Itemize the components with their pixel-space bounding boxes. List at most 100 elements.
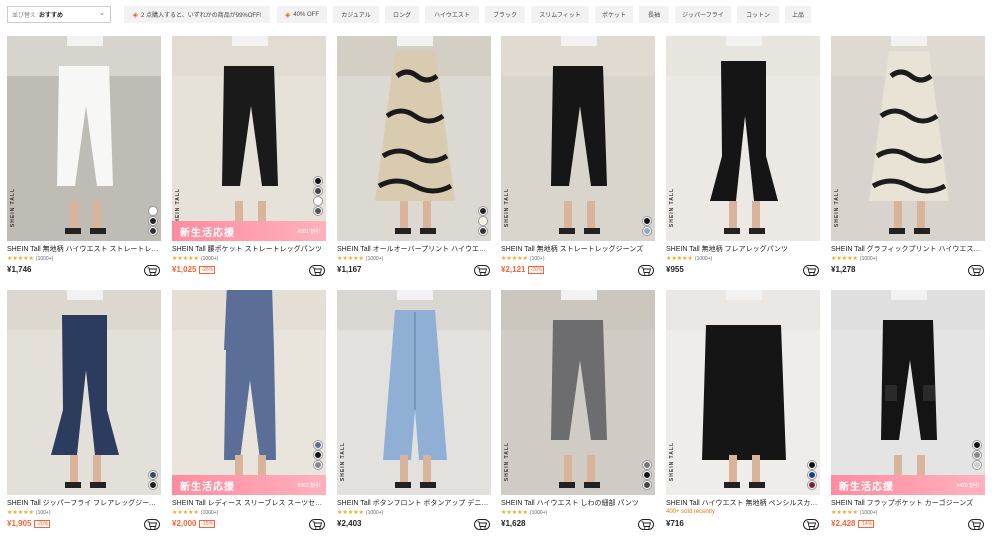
color-swatch[interactable] <box>314 187 322 195</box>
product-price: ¥716 <box>666 519 684 528</box>
color-swatch[interactable] <box>149 481 157 489</box>
star-icons: ★★★★★ <box>7 256 34 262</box>
add-to-cart-button[interactable] <box>968 519 984 530</box>
product-card[interactable]: 新生活応援 ¥363 割引 SHEIN Tall レディース スリーブレス スー… <box>172 290 326 538</box>
product-title[interactable]: SHEIN Tall ハイウエスト しわの細部 パンツ <box>501 498 655 508</box>
star-icons: ★★★★★ <box>501 256 528 262</box>
product-image[interactable]: 新生活応援 ¥363 割引 <box>172 290 326 495</box>
product-image[interactable]: 新生活応援 ¥420 割引 <box>831 290 985 495</box>
color-swatch[interactable] <box>643 217 651 225</box>
product-title[interactable]: SHEIN Tall ジッパーフライ フレアレッグジーンズ <box>7 498 161 508</box>
filter-chip-zip-fly[interactable]: ジッパーフライ <box>675 6 731 23</box>
add-to-cart-button[interactable] <box>474 265 490 276</box>
product-title[interactable]: SHEIN Tall 腰ポケット ストレートレッグパンツ <box>172 244 326 254</box>
product-image[interactable]: SHEIN TALL <box>501 290 655 495</box>
color-swatch[interactable] <box>643 471 651 479</box>
product-card[interactable]: 新生活応援 ¥420 割引 SHEIN Tall フラップポケット カーゴジーン… <box>831 290 985 538</box>
discount-badge: -14% <box>858 519 875 528</box>
color-swatch[interactable] <box>149 207 157 215</box>
product-card[interactable]: SHEIN TALL SHEIN Tall ハイウエスト 無地柄 ペンシルスカー… <box>666 290 820 538</box>
add-to-cart-button[interactable] <box>309 519 325 530</box>
filter-chip-cotton[interactable]: コットン <box>737 6 779 23</box>
filter-chip-long[interactable]: ロング <box>385 6 419 23</box>
price-value: ¥1,167 <box>337 265 362 274</box>
filter-chip-pocket[interactable]: ポケット <box>595 6 633 23</box>
color-swatch[interactable] <box>643 481 651 489</box>
product-image[interactable] <box>7 290 161 495</box>
product-title[interactable]: SHEIN Tall ハイウエスト 無地柄 ペンシルスカート <box>666 498 820 508</box>
product-title[interactable]: SHEIN Tall グラフィックプリント ハイウエストスカート <box>831 244 985 254</box>
color-swatch[interactable] <box>314 207 322 215</box>
color-swatch[interactable] <box>314 451 322 459</box>
color-swatch[interactable] <box>808 461 816 469</box>
product-image[interactable]: SHEIN TALL <box>501 36 655 241</box>
product-image[interactable]: SHEIN TALL <box>7 36 161 241</box>
add-to-cart-button[interactable] <box>638 519 654 530</box>
price-value: ¥1,628 <box>501 519 526 528</box>
product-card[interactable]: SHEIN Tall ジッパーフライ フレアレッグジーンズ ★★★★★ (100… <box>7 290 161 538</box>
product-card[interactable]: SHEIN TALL SHEIN Tall 無地柄 ストレートレッグジーンズ ★… <box>501 36 655 288</box>
add-to-cart-button[interactable] <box>144 519 160 530</box>
product-image[interactable] <box>337 36 491 241</box>
color-swatch[interactable] <box>643 227 651 235</box>
color-swatch[interactable] <box>149 227 157 235</box>
color-swatch[interactable] <box>149 217 157 225</box>
cart-icon <box>477 520 487 529</box>
product-title[interactable]: SHEIN Tall レディース スリーブレス スーツセット <box>172 498 326 508</box>
product-card[interactable]: SHEIN TALL SHEIN Tall グラフィックプリント ハイウエストス… <box>831 36 985 288</box>
filter-chip-discount[interactable]: ◈ 40% OFF <box>277 6 327 23</box>
filter-chip-black[interactable]: ブラック <box>485 6 525 23</box>
product-image[interactable]: SHEIN TALL <box>831 36 985 241</box>
product-card[interactable]: SHEIN Tall オールオーバープリント ハイウエストスカート ★★★★★ … <box>337 36 491 288</box>
product-image[interactable]: SHEIN TALL <box>666 36 820 241</box>
filter-chip-slim-fit[interactable]: スリムフィット <box>531 6 589 23</box>
product-card[interactable]: SHEIN TALL SHEIN Tall 無地柄 ハイウエスト ストレートレッ… <box>7 36 161 288</box>
add-to-cart-button[interactable] <box>968 265 984 276</box>
color-swatch[interactable] <box>149 471 157 479</box>
product-image[interactable]: SHEIN TALL <box>666 290 820 495</box>
add-to-cart-button[interactable] <box>309 265 325 276</box>
color-swatch[interactable] <box>808 471 816 479</box>
add-to-cart-button[interactable] <box>144 265 160 276</box>
product-card[interactable]: SHEIN TALL SHEIN Tall ハイウエスト しわの細部 パンツ ★… <box>501 290 655 538</box>
color-swatch[interactable] <box>314 177 322 185</box>
price-value: ¥1,905 <box>7 519 32 528</box>
filter-chip-bundle-offer[interactable]: ◈ 2 点購入すると、いずれかの商品が99%OFF! <box>124 6 270 23</box>
color-swatch[interactable] <box>973 451 981 459</box>
filter-chip-elegant[interactable]: 上品 <box>785 6 811 23</box>
product-card[interactable]: SHEIN TALL SHEIN Tall ボタンフロント ボタンアップ デニム… <box>337 290 491 538</box>
color-swatch[interactable] <box>973 441 981 449</box>
filter-chip-casual[interactable]: カジュアル <box>333 6 379 23</box>
color-swatch[interactable] <box>479 217 487 225</box>
product-title[interactable]: SHEIN Tall オールオーバープリント ハイウエストスカート <box>337 244 491 254</box>
add-to-cart-button[interactable] <box>474 519 490 530</box>
promo-discount: ¥420 割引 <box>956 482 979 489</box>
add-to-cart-button[interactable] <box>638 265 654 276</box>
color-swatch[interactable] <box>479 227 487 235</box>
color-swatch[interactable] <box>314 461 322 469</box>
color-swatch[interactable] <box>973 461 981 469</box>
promo-banner: 新生活応援 ¥581 割引 <box>172 221 326 241</box>
product-title[interactable]: SHEIN Tall 無地柄 ストレートレッグジーンズ <box>501 244 655 254</box>
add-to-cart-button[interactable] <box>803 519 819 530</box>
product-title[interactable]: SHEIN Tall ボタンフロント ボタンアップ デニムスカート <box>337 498 491 508</box>
sort-dropdown[interactable]: 並び替え おすすめ ⌄ <box>7 6 111 23</box>
color-swatches <box>479 207 487 235</box>
product-title[interactable]: SHEIN Tall フラップポケット カーゴジーンズ <box>831 498 985 508</box>
filter-chip-high-waist[interactable]: ハイウエスト <box>425 6 479 23</box>
color-swatch[interactable] <box>314 441 322 449</box>
product-card[interactable]: SHEIN TALL SHEIN Tall 無地柄 フレアレッグパンツ ★★★★… <box>666 36 820 288</box>
product-title[interactable]: SHEIN Tall 無地柄 フレアレッグパンツ <box>666 244 820 254</box>
color-swatch[interactable] <box>643 461 651 469</box>
filter-chip-long-sleeve[interactable]: 長袖 <box>639 6 669 23</box>
price-value: ¥1,025 <box>172 265 197 274</box>
add-to-cart-button[interactable] <box>803 265 819 276</box>
color-swatch[interactable] <box>314 197 322 205</box>
color-swatch[interactable] <box>808 481 816 489</box>
product-card[interactable]: SHEIN TALL 新生活応援 ¥581 割引 SHEIN Tall 腰ポケッ… <box>172 36 326 288</box>
product-image[interactable]: SHEIN TALL <box>337 290 491 495</box>
color-swatch[interactable] <box>479 207 487 215</box>
product-rating: ★★★★★ (1000+) <box>831 255 877 263</box>
product-title[interactable]: SHEIN Tall 無地柄 ハイウエスト ストレートレッグパンツ <box>7 244 161 254</box>
product-image[interactable]: SHEIN TALL 新生活応援 ¥581 割引 <box>172 36 326 241</box>
